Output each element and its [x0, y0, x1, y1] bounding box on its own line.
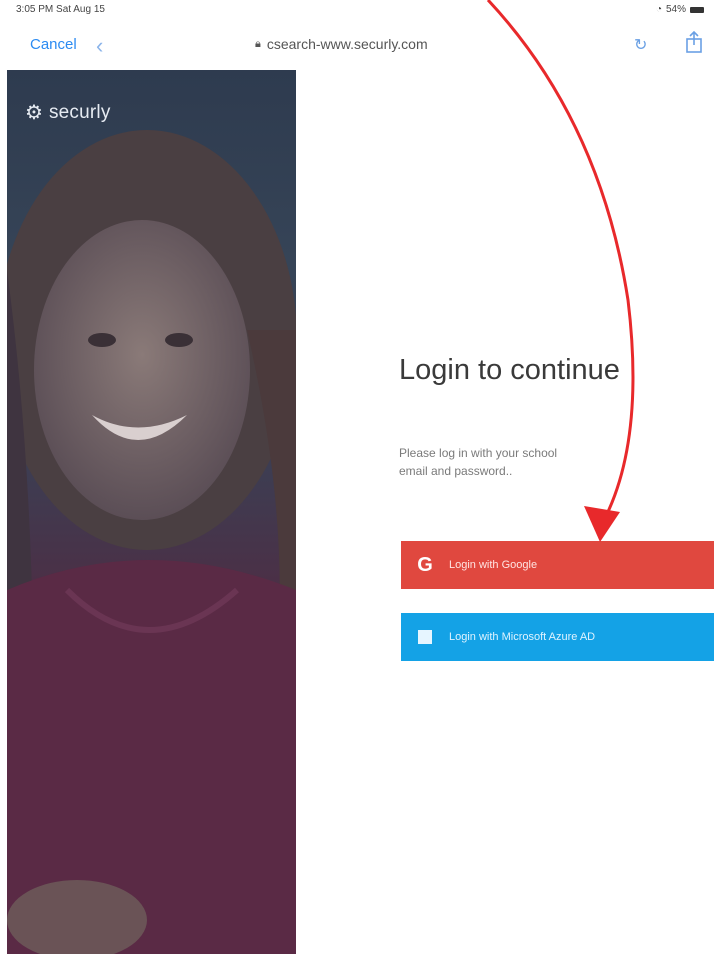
status-bar: 3:05 PM Sat Aug 15 ◔ 54%: [0, 0, 714, 22]
hero-photo: [7, 130, 296, 954]
brand-name: securly: [48, 101, 111, 123]
login-google-button[interactable]: G Login with Google: [401, 541, 714, 589]
share-icon[interactable]: [684, 30, 704, 54]
battery-icon: [690, 6, 704, 13]
url-field[interactable]: 🔒︎ csearch-www.securly.com: [255, 36, 428, 52]
browser-toolbar: Cancel ‹ 🔒︎ csearch-www.securly.com ↻: [0, 22, 714, 70]
securly-logo: ⚙︎ securly: [25, 100, 111, 125]
lock-icon: 🔒︎: [255, 37, 261, 50]
wifi-icon: ◔: [655, 4, 662, 15]
login-microsoft-label: Login with Microsoft Azure AD: [449, 631, 596, 643]
microsoft-icon: [401, 630, 449, 644]
reload-icon[interactable]: ↻: [634, 35, 647, 55]
google-g-icon: G: [417, 553, 433, 576]
login-subtitle: Please log in with your school email and…: [399, 446, 558, 478]
chevron-left-icon[interactable]: ‹: [96, 33, 103, 59]
status-time: 3:05 PM Sat Aug 15: [16, 4, 105, 15]
status-indicators: ◔ 54%: [656, 4, 704, 15]
login-google-label: Login with Google: [449, 559, 538, 571]
battery-percent: 54%: [665, 4, 686, 15]
securly-logo-icon: ⚙︎: [25, 102, 43, 124]
login-title: Login to continue: [399, 354, 620, 386]
url-text: csearch-www.securly.com: [266, 36, 428, 52]
hero-image-panel: ⚙︎ securly: [7, 70, 296, 954]
cancel-button[interactable]: Cancel: [30, 36, 77, 53]
login-microsoft-button[interactable]: Login with Microsoft Azure AD: [401, 613, 714, 661]
